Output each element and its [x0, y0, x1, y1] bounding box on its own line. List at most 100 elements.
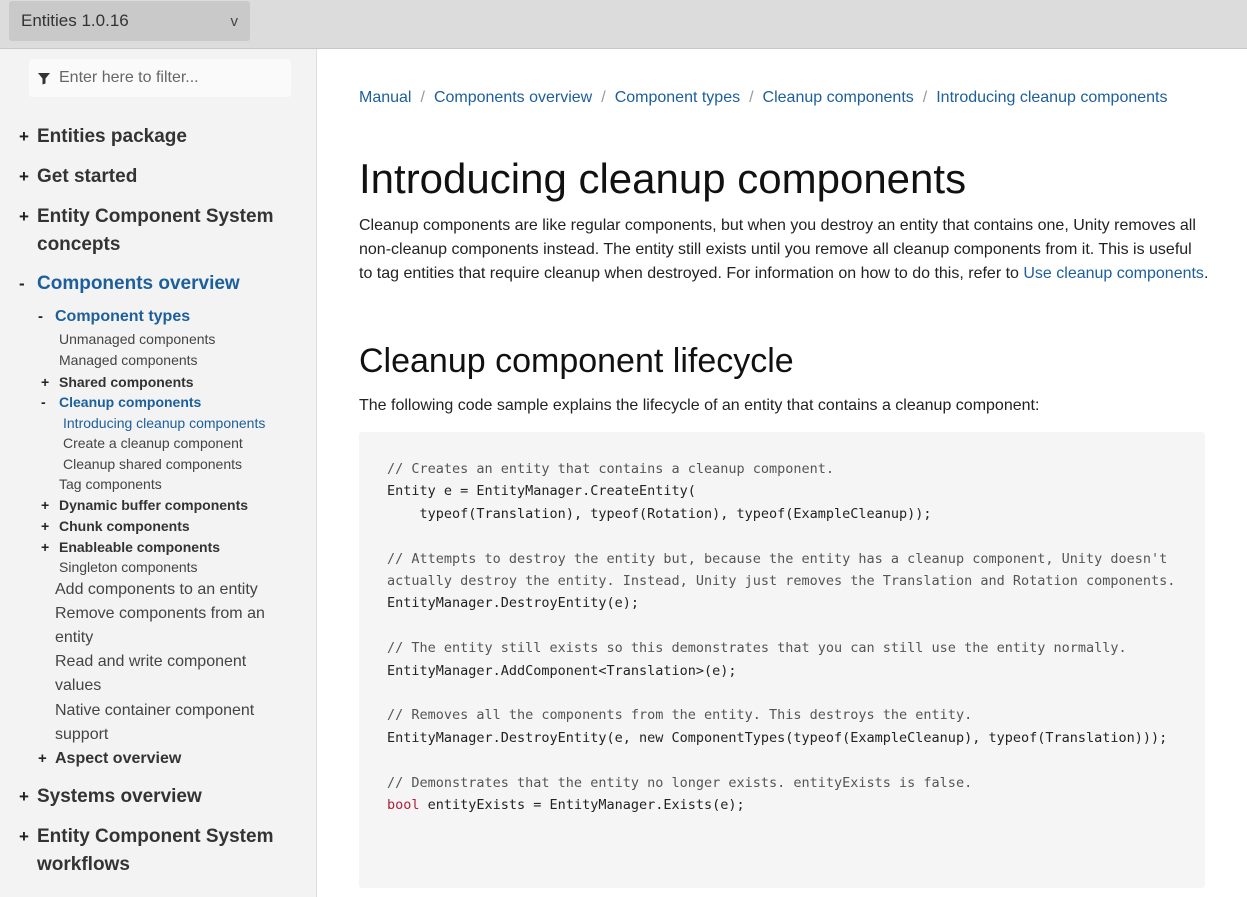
expand-icon: + — [41, 497, 50, 513]
version-select[interactable]: Entities 1.0.16 v — [9, 1, 250, 41]
sidebar-item-label: Unmanaged components — [59, 331, 216, 347]
sidebar-item-component-types[interactable]: - Component types — [38, 307, 191, 327]
sidebar-item-label: Enableable components — [59, 539, 221, 555]
sidebar-item-native-container[interactable]: Native container component support — [55, 699, 254, 747]
breadcrumb-separator: / — [749, 89, 754, 106]
sidebar-item-label: entity — [55, 629, 94, 646]
sidebar-item-label: Cleanup components — [59, 394, 202, 410]
code-comment: // Removes all the components from the e… — [387, 707, 973, 724]
code-block[interactable]: // Creates an entity that contains a cle… — [359, 432, 1205, 888]
sidebar-item-components-overview[interactable]: - Components overview — [19, 270, 240, 298]
breadcrumb-separator: / — [922, 89, 928, 106]
sidebar-item-aspect-overview[interactable]: + Aspect overview — [38, 749, 182, 769]
sidebar-item-read-write[interactable]: Read and write component values — [55, 650, 246, 698]
sidebar-item-label: Get started — [37, 166, 138, 187]
sidebar-item-label: Create a cleanup component — [63, 435, 243, 451]
sidebar-item-tag-components[interactable]: Tag components — [59, 474, 162, 494]
breadcrumb-components-overview[interactable]: Components overview — [434, 89, 592, 106]
code-comment: // Attempts to destroy the entity but, b… — [387, 550, 1176, 590]
sidebar-item-shared-components[interactable]: + Shared components — [41, 372, 194, 392]
main-content: Manual / Components overview / Component typ… — [317, 49, 1247, 897]
breadcrumb-separator: / — [601, 89, 606, 106]
expand-icon: + — [19, 827, 29, 846]
sidebar-item-label: Component types — [55, 308, 191, 325]
sidebar-item-label: support — [55, 726, 109, 743]
sidebar-item-singleton-components[interactable]: Singleton components — [59, 557, 198, 577]
breadcrumb-component-types[interactable]: Component types — [615, 89, 740, 106]
sidebar-item-label: Components overview — [37, 273, 240, 294]
breadcrumb-cleanup-components[interactable]: Cleanup components — [763, 89, 914, 106]
expand-icon: + — [19, 127, 29, 146]
sidebar-item-ecs-concepts[interactable]: + Entity Component System concepts — [19, 203, 274, 259]
sidebar-item-label: Dynamic buffer components — [59, 497, 249, 513]
breadcrumb-introducing-cleanup[interactable]: Introducing cleanup components — [936, 89, 1167, 106]
sidebar-item-label: Singleton components — [59, 559, 198, 575]
sidebar-item-entities-package[interactable]: + Entities package — [19, 123, 187, 151]
sidebar-item-unmanaged-components[interactable]: Unmanaged components — [59, 329, 215, 349]
sidebar-item-label: Chunk components — [59, 518, 190, 534]
sidebar-item-dynamic-buffer[interactable]: + Dynamic buffer components — [41, 495, 249, 515]
expand-icon: + — [19, 167, 29, 186]
sidebar-item-label: Aspect overview — [55, 750, 182, 767]
sidebar-item-get-started[interactable]: + Get started — [19, 163, 138, 191]
filter-icon — [38, 73, 50, 85]
sidebar-item-enableable-components[interactable]: + Enableable components — [41, 537, 221, 557]
collapse-icon: - — [41, 394, 46, 410]
sidebar-item-label: Systems overview — [37, 786, 202, 807]
sidebar-item-chunk-components[interactable]: + Chunk components — [41, 516, 190, 536]
sidebar-item-label: Entity Component System — [37, 206, 274, 227]
expand-icon: + — [41, 539, 50, 555]
filter-box[interactable] — [29, 59, 291, 97]
filter-input[interactable] — [59, 69, 279, 87]
sidebar-item-label: Native container component — [55, 702, 255, 719]
expand-icon: + — [41, 518, 50, 534]
breadcrumb: Manual / Components overview / Component typ… — [359, 89, 1167, 107]
sidebar-item-cleanup-shared[interactable]: Cleanup shared components — [63, 454, 242, 474]
sidebar-item-systems-overview[interactable]: + Systems overview — [19, 783, 202, 811]
section-title: Cleanup component lifecycle — [359, 342, 794, 380]
code-comment: // The entity still exists so this demon… — [387, 640, 1127, 657]
expand-icon: + — [38, 750, 47, 767]
sidebar-item-label: Managed components — [59, 352, 198, 368]
page-title: Introducing cleanup components — [359, 155, 967, 202]
expand-icon: + — [19, 787, 29, 806]
version-label: Entities 1.0.16 — [21, 11, 129, 30]
sidebar: + Entities package + Get started + Entit… — [0, 49, 317, 897]
sidebar-item-label: workflows — [37, 854, 130, 875]
breadcrumb-separator: / — [420, 89, 425, 106]
collapse-icon: - — [38, 308, 43, 325]
sidebar-item-ecs-workflows[interactable]: + Entity Component System workflows — [19, 823, 273, 879]
code-intro: The following code sample explains the l… — [359, 397, 1040, 414]
intro-end: . — [1203, 265, 1209, 282]
sidebar-item-label: Entities package — [37, 126, 187, 147]
sidebar-item-label: Cleanup shared components — [63, 456, 243, 472]
expand-icon: + — [19, 207, 29, 226]
code-line: bool entityExists = EntityManager.Exists… — [387, 794, 1177, 816]
sidebar-item-label: Introducing cleanup components — [63, 415, 266, 431]
sidebar-item-remove-components[interactable]: Remove components from an entity — [55, 602, 265, 650]
code-keyword: bool — [387, 797, 420, 814]
code-comment: // Demonstrates that the entity no longe… — [387, 774, 973, 791]
chevron-down-icon: v — [230, 12, 239, 30]
sidebar-item-create-cleanup[interactable]: Create a cleanup component — [63, 433, 243, 453]
sidebar-item-label: Tag components — [59, 476, 162, 492]
code-line: EntityManager.AddComponent<Translation>(… — [387, 662, 737, 679]
sidebar-item-add-components[interactable]: Add components to an entity — [55, 578, 258, 602]
sidebar-item-introducing-cleanup[interactable]: Introducing cleanup components — [63, 413, 265, 433]
sidebar-item-label: Add components to an entity — [55, 581, 258, 598]
intro-paragraph: Cleanup components are like regular comp… — [359, 214, 1209, 286]
top-bar: Entities 1.0.16 v — [0, 0, 1247, 49]
code-text: entityExists = EntityManager.Exists(e); — [419, 797, 745, 814]
sidebar-item-label: Shared components — [59, 374, 194, 390]
breadcrumb-manual[interactable]: Manual — [359, 89, 411, 106]
sidebar-item-cleanup-components[interactable]: - Cleanup components — [41, 392, 202, 412]
sidebar-item-managed-components[interactable]: Managed components — [59, 350, 198, 370]
code-line: typeof(Translation), typeof(Rotation), t… — [387, 505, 932, 522]
collapse-icon: - — [19, 274, 25, 293]
sidebar-item-label: values — [55, 677, 102, 694]
use-cleanup-components-link[interactable]: Use cleanup components — [1023, 265, 1204, 282]
sidebar-item-label: concepts — [37, 234, 121, 255]
code-line: Entity e = EntityManager.CreateEntity( — [387, 483, 696, 500]
sidebar-item-label: Read and write component — [55, 653, 247, 670]
code-comment: // Creates an entity that contains a cle… — [387, 461, 835, 477]
